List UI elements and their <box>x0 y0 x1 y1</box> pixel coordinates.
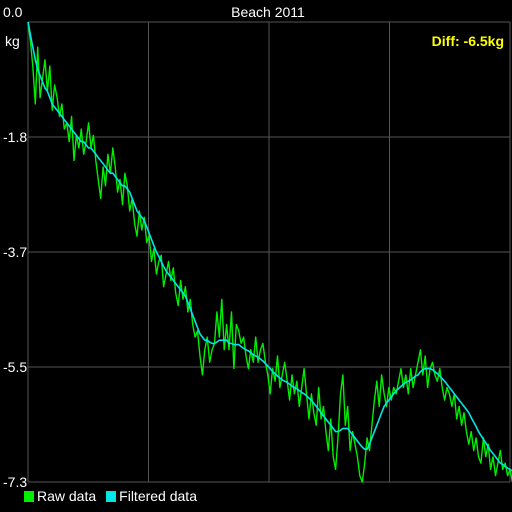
y-tick-label: -1.8 <box>3 129 27 145</box>
legend: Raw data Filtered data <box>24 486 207 506</box>
legend-label-filtered: Filtered data <box>119 488 197 504</box>
legend-item-filtered: Filtered data <box>106 488 197 504</box>
legend-label-raw: Raw data <box>37 488 97 504</box>
legend-swatch-filtered <box>106 490 117 502</box>
chart-background <box>0 0 512 512</box>
legend-swatch-raw <box>24 490 34 502</box>
y-tick-label: -3.7 <box>3 244 27 260</box>
y-tick-label: 0.0 <box>3 4 23 20</box>
legend-item-raw: Raw data <box>24 488 96 504</box>
diff-annotation: Diff: -6.5kg <box>432 33 504 49</box>
chart-title: Beach 2011 <box>231 4 305 20</box>
y-tick-label: -5.5 <box>3 359 27 375</box>
y-unit-label: kg <box>5 33 20 49</box>
weight-chart: Beach 2011 kg Diff: -6.5kg 0.0 -1.8 -3.7 -5… <box>0 0 512 512</box>
